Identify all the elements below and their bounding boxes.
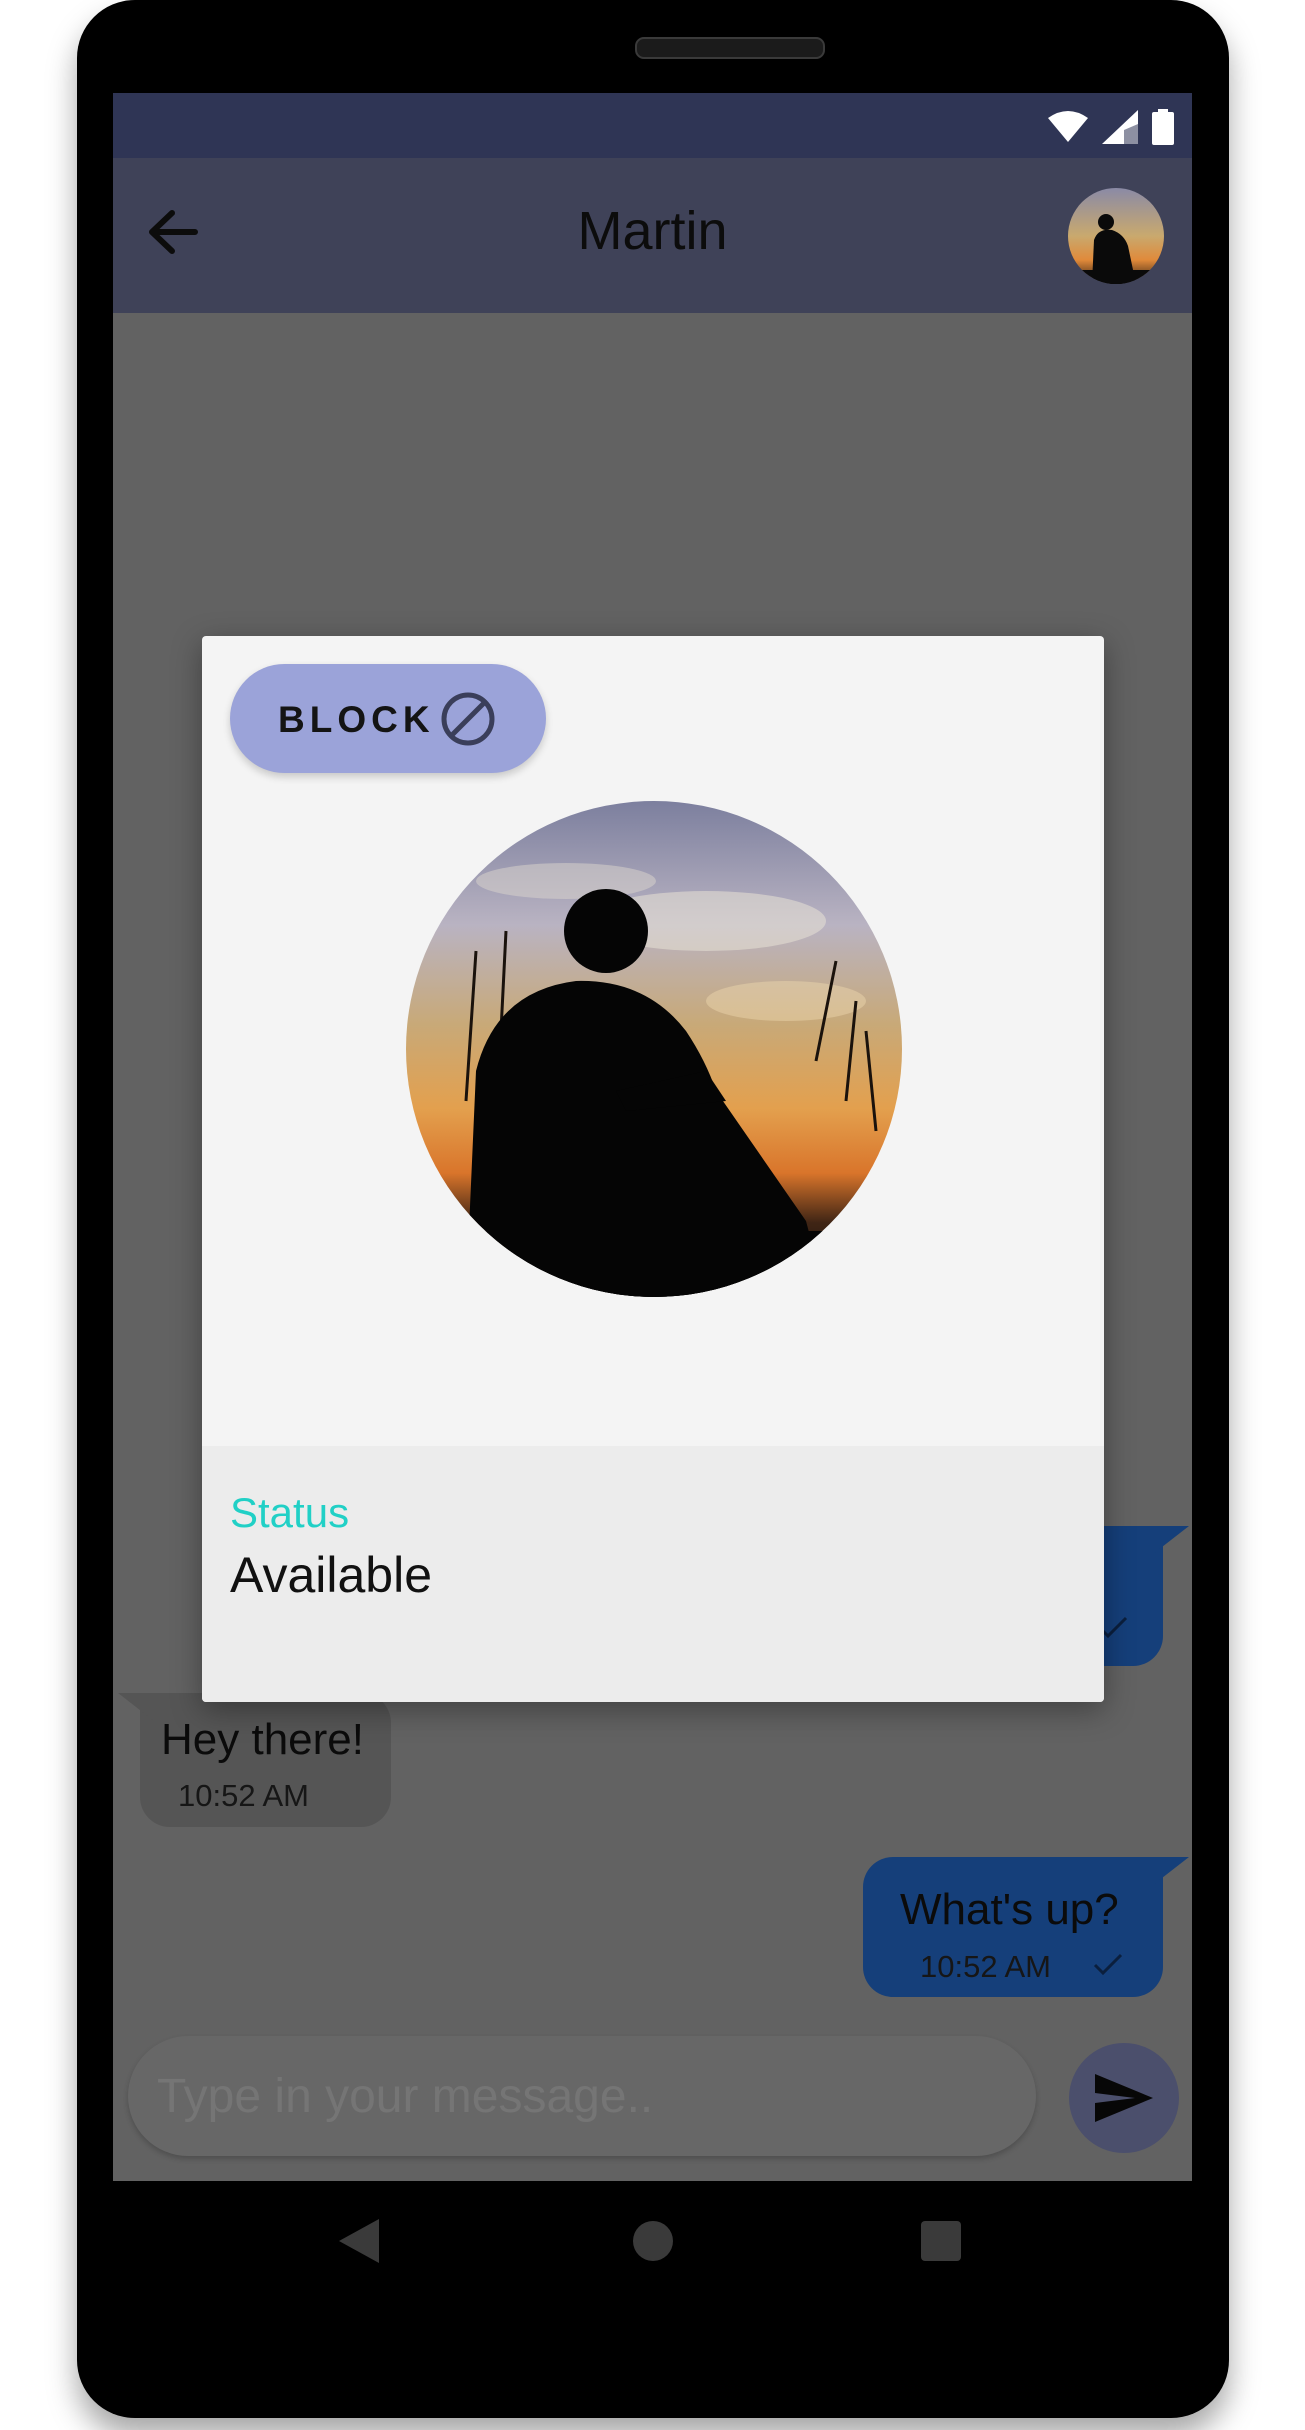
bubble-tail-outgoing (1153, 1526, 1189, 1554)
nav-home-icon (633, 2221, 673, 2261)
nav-home-button[interactable] (631, 2219, 675, 2263)
bubble-tail-incoming (118, 1693, 154, 1721)
status-icons (1048, 109, 1174, 145)
phone-speaker (635, 37, 825, 59)
block-button-label: BLOCK (278, 699, 435, 740)
nav-back-icon (339, 2219, 379, 2263)
nav-recents-icon (921, 2221, 961, 2261)
wifi-icon (1048, 111, 1088, 142)
block-icon (441, 692, 495, 746)
profile-picture[interactable] (406, 801, 902, 1297)
signal-icon (1102, 110, 1138, 144)
message-text: Hey there! (161, 1715, 364, 1764)
message-input[interactable] (155, 2036, 1019, 2158)
nav-recents-button[interactable] (919, 2219, 963, 2263)
send-icon (1095, 2074, 1153, 2122)
send-button[interactable] (1069, 2043, 1179, 2153)
message-time: 10:52 AM (178, 1778, 309, 1813)
profile-dialog: BLOCK Status Available (202, 636, 1104, 1702)
check-icon (1093, 1953, 1123, 1976)
message-bubble-incoming[interactable]: Hey there! 10:52 AM (140, 1693, 391, 1827)
system-navigation-bar (113, 2181, 1192, 2301)
status-value: Available (230, 1547, 433, 1603)
message-bubble-outgoing[interactable]: What's up? 10:52 AM (863, 1857, 1163, 1997)
status-section: Status Available (202, 1446, 1104, 1702)
status-bar (113, 93, 1192, 158)
message-composer (128, 2036, 1036, 2158)
battery-icon (1152, 109, 1174, 145)
profile-image (406, 801, 902, 1297)
avatar-image (1068, 188, 1164, 284)
message-time: 10:52 AM (920, 1949, 1051, 1984)
contact-avatar[interactable] (1068, 188, 1164, 284)
app-bar: Martin (113, 158, 1192, 313)
bubble-tail-outgoing (1153, 1857, 1189, 1885)
block-button[interactable]: BLOCK (230, 664, 546, 773)
nav-back-button[interactable] (337, 2219, 381, 2263)
message-text: What's up? (900, 1885, 1119, 1934)
status-label: Status (230, 1489, 350, 1536)
chat-title: Martin (577, 201, 728, 261)
